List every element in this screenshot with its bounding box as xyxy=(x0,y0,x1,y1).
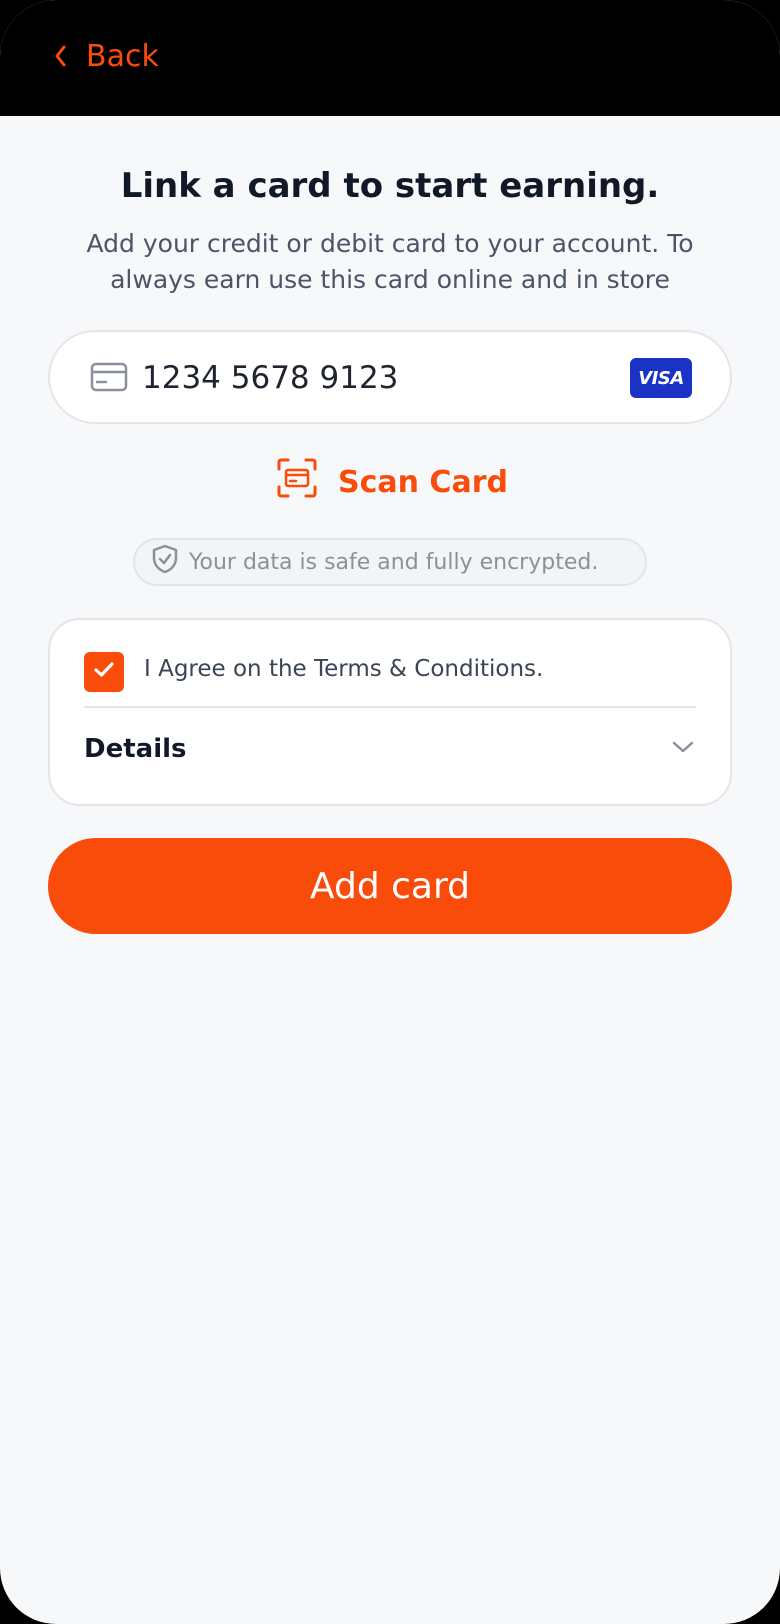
security-note-text: Your data is safe and fully encrypted. xyxy=(189,549,599,575)
shield-check-icon xyxy=(151,544,179,580)
terms-panel: I Agree on the Terms & Conditions. Detai… xyxy=(48,618,732,806)
security-note: Your data is safe and fully encrypted. xyxy=(133,538,647,586)
scan-card-button[interactable]: Scan Card xyxy=(276,457,508,507)
scan-frame-icon xyxy=(276,457,318,507)
chevron-down-icon xyxy=(670,738,696,761)
back-label: Back xyxy=(86,38,159,74)
card-number-input[interactable] xyxy=(142,354,602,402)
screen: Back Link a card to start earning. Add y… xyxy=(0,0,780,1624)
scan-card-label: Scan Card xyxy=(338,464,508,500)
details-toggle[interactable]: Details xyxy=(84,724,696,774)
card-number-field[interactable]: VISA xyxy=(48,330,732,424)
divider xyxy=(84,706,696,708)
terms-checkbox[interactable] xyxy=(84,652,124,692)
details-label: Details xyxy=(84,734,187,764)
page-subtitle: Add your credit or debit card to your ac… xyxy=(86,229,694,294)
top-bar: Back xyxy=(0,0,780,116)
add-card-button[interactable]: Add card xyxy=(48,838,732,934)
terms-label: I Agree on the Terms & Conditions. xyxy=(144,656,544,682)
back-button[interactable]: Back xyxy=(52,36,159,76)
chevron-left-icon xyxy=(52,43,70,69)
check-icon xyxy=(93,661,115,684)
page-title: Link a card to start earning. xyxy=(120,166,660,206)
credit-card-icon xyxy=(90,362,128,397)
visa-logo: VISA xyxy=(630,358,692,398)
